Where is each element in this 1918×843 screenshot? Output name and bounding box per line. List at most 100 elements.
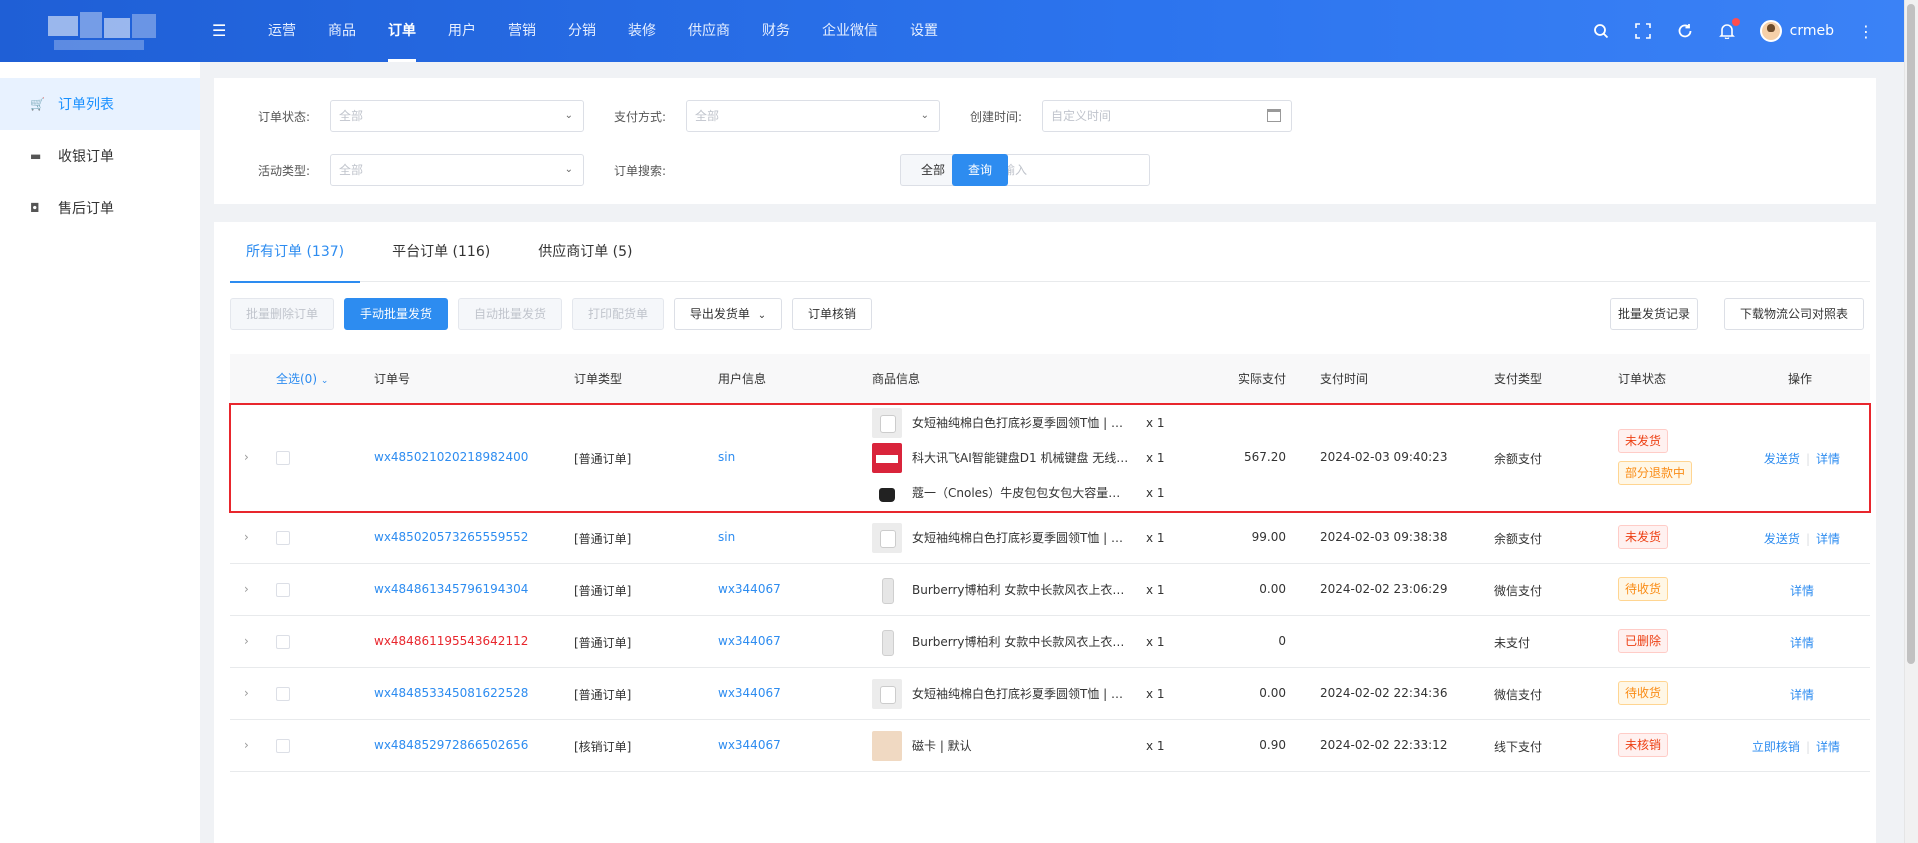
search-icon[interactable]: [1592, 22, 1610, 40]
activity-type-select[interactable]: 全部 ⌄: [330, 154, 584, 186]
expand-row-icon[interactable]: ›: [244, 738, 249, 752]
activity-type-placeholder: 全部: [339, 163, 364, 177]
user-link[interactable]: wx344067: [718, 686, 781, 700]
order-no-link[interactable]: wx485020573265559552: [374, 530, 528, 544]
pay-type: 余额支付: [1494, 452, 1543, 466]
nav-item[interactable]: 企业微信: [806, 0, 894, 62]
order-no-link[interactable]: wx485021020218982400: [374, 450, 528, 464]
primary-action-link[interactable]: 立即核销: [1752, 740, 1800, 754]
order-status-select[interactable]: 全部 ⌄: [330, 100, 584, 132]
row-checkbox[interactable]: [276, 531, 290, 545]
nav-item[interactable]: 财务: [746, 0, 806, 62]
chevron-down-icon: ⌄: [757, 310, 767, 321]
detail-link[interactable]: 详情: [1790, 688, 1814, 702]
search-field-value: 全部: [921, 163, 946, 177]
table-row: › wx484853345081622528 [普通订单] wx344067 女短袖纯棉…: [230, 668, 1870, 720]
expand-row-icon[interactable]: ›: [244, 450, 249, 464]
expand-row-icon[interactable]: ›: [244, 530, 249, 544]
sidebar: 🛒 订单列表 ▬ 收银订单 ◘ 售后订单: [0, 62, 200, 843]
user-menu[interactable]: crmeb: [1759, 20, 1834, 42]
auto-batch-ship-button[interactable]: 自动批量发货: [458, 298, 562, 330]
pay-type-select[interactable]: 全部 ⌄: [686, 100, 940, 132]
nav-item[interactable]: 用户: [432, 0, 492, 62]
download-logistics-button[interactable]: 下载物流公司对照表: [1724, 298, 1864, 330]
row-checkbox[interactable]: [276, 739, 290, 753]
detail-link[interactable]: 详情: [1790, 584, 1814, 598]
product-name: 女短袖纯棉白色打底衫夏季圆领T恤 | 黑色: [912, 416, 1132, 430]
table-row: › wx485020573265559552 [普通订单] sin 女短袖纯棉白色打底衫…: [230, 512, 1870, 564]
nav-item[interactable]: 设置: [894, 0, 954, 62]
row-checkbox[interactable]: [276, 451, 290, 465]
product-name: Burberry博柏利 女款中长款风衣上衣外…: [912, 635, 1132, 649]
order-no-link[interactable]: wx484853345081622528: [374, 686, 528, 700]
user-link[interactable]: wx344067: [718, 582, 781, 596]
order-no-link[interactable]: wx484861195543642112: [374, 634, 528, 648]
th-user-info: 用户信息: [718, 372, 767, 386]
select-all-toggle[interactable]: 全选(0) ⌄: [276, 354, 328, 404]
primary-action-link[interactable]: 发送货: [1764, 532, 1800, 546]
query-button[interactable]: 查询: [952, 154, 1008, 186]
nav-item[interactable]: 运营: [252, 0, 312, 62]
nav-item[interactable]: 分销: [552, 0, 612, 62]
status-badge: 未发货: [1618, 525, 1669, 549]
batch-delete-button[interactable]: 批量删除订单: [230, 298, 334, 330]
nav-item[interactable]: 营销: [492, 0, 552, 62]
th-goods-info: 商品信息: [872, 372, 921, 386]
table-row-selected: › wx485021020218982400 [普通订单] sin 女短袖纯棉白色打底衫…: [229, 403, 1871, 513]
primary-action-link[interactable]: 发送货: [1764, 452, 1800, 466]
create-time-picker[interactable]: 自定义时间: [1042, 100, 1292, 132]
row-checkbox[interactable]: [276, 687, 290, 701]
expand-row-icon[interactable]: ›: [244, 634, 249, 648]
toolbar: 批量删除订单 手动批量发货 自动批量发货 打印配货单 导出发货单 ⌄ 订单核销 …: [230, 298, 1870, 330]
sidebar-item-order-list[interactable]: 🛒 订单列表: [0, 78, 200, 130]
pay-time: 2024-02-02 23:06:29: [1320, 582, 1448, 596]
user-link[interactable]: wx344067: [718, 738, 781, 752]
filter-panel: 订单状态: 全部 ⌄ 支付方式: 全部 ⌄ 创建时间: 自定义时间 活动类型: …: [214, 78, 1876, 204]
manual-batch-ship-button[interactable]: 手动批量发货: [344, 298, 448, 330]
print-picking-button[interactable]: 打印配货单: [572, 298, 664, 330]
export-ship-dropdown[interactable]: 导出发货单 ⌄: [674, 298, 782, 330]
expand-row-icon[interactable]: ›: [244, 582, 249, 596]
detail-link[interactable]: 详情: [1816, 452, 1840, 466]
batch-ship-record-button[interactable]: 批量发货记录: [1610, 298, 1698, 330]
create-time-placeholder: 自定义时间: [1051, 109, 1112, 123]
goods-item: 女短袖纯棉白色打底衫夏季圆领T恤 | 黑色 x 1: [872, 522, 1192, 553]
row-checkbox[interactable]: [276, 635, 290, 649]
order-tab[interactable]: 所有订单 (137): [230, 222, 361, 283]
product-qty: x 1: [1146, 738, 1165, 753]
order-no-link[interactable]: wx484852972866502656: [374, 738, 528, 752]
more-icon[interactable]: ⋮: [1858, 22, 1874, 41]
order-type: [普通订单]: [574, 584, 632, 598]
order-no-link[interactable]: wx484861345796194304: [374, 582, 528, 596]
fullscreen-icon[interactable]: [1634, 22, 1652, 40]
detail-link[interactable]: 详情: [1790, 636, 1814, 650]
sidebar-item-after-sale[interactable]: ◘ 售后订单: [0, 182, 200, 234]
detail-link[interactable]: 详情: [1816, 740, 1840, 754]
status-badge: 已删除: [1618, 629, 1669, 653]
detail-link[interactable]: 详情: [1816, 532, 1840, 546]
refresh-icon[interactable]: [1676, 22, 1694, 40]
product-thumbnail: [872, 626, 902, 657]
menu-toggle-icon[interactable]: ☰: [212, 22, 230, 40]
order-type: [核销订单]: [574, 740, 632, 754]
sidebar-item-label: 售后订单: [58, 201, 114, 217]
bell-icon[interactable]: [1718, 18, 1740, 40]
goods-info: 女短袖纯棉白色打底衫夏季圆领T恤 | 黑色 x 1: [872, 512, 1202, 564]
order-verify-button[interactable]: 订单核销: [792, 298, 872, 330]
user-link[interactable]: wx344067: [718, 634, 781, 648]
page-scrollbar[interactable]: [1904, 0, 1918, 843]
row-checkbox[interactable]: [276, 583, 290, 597]
user-link[interactable]: sin: [718, 450, 735, 464]
nav-item[interactable]: 商品: [312, 0, 372, 62]
nav-item[interactable]: 装修: [612, 0, 672, 62]
nav-item[interactable]: 订单: [372, 0, 432, 62]
expand-row-icon[interactable]: ›: [244, 686, 249, 700]
nav-item[interactable]: 供应商: [672, 0, 746, 62]
scrollbar-thumb[interactable]: [1907, 4, 1915, 664]
sidebar-item-cashier-orders[interactable]: ▬ 收银订单: [0, 130, 200, 182]
user-link[interactable]: sin: [718, 530, 735, 544]
order-tab[interactable]: 供应商订单 (5): [522, 222, 648, 282]
header-tools: crmeb ⋮: [1592, 0, 1874, 62]
order-tab[interactable]: 平台订单 (116): [376, 222, 506, 282]
row-actions: 发送货 | 详情: [1764, 450, 1840, 467]
